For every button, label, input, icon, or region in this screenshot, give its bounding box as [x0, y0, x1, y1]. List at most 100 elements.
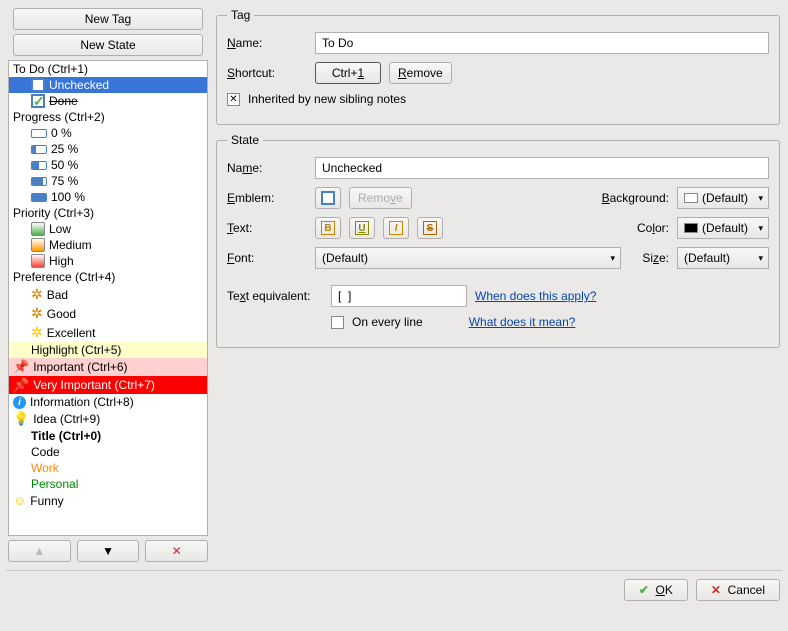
tree-item-label: 75 %	[51, 174, 78, 188]
tree-item-label: Funny	[30, 494, 63, 508]
left-panel: New Tag New State To Do (Ctrl+1)Unchecke…	[8, 8, 208, 562]
tree-item[interactable]: 75 %	[9, 173, 207, 189]
italic-button[interactable]: I	[383, 217, 409, 239]
color-select[interactable]: (Default)	[677, 217, 769, 239]
tree-item-label: Bad	[47, 288, 68, 302]
tree-item[interactable]: 0 %	[9, 125, 207, 141]
tree-item[interactable]: Unchecked	[9, 77, 207, 93]
italic-icon: I	[389, 221, 403, 235]
up-icon: ▲	[33, 544, 45, 558]
text-label: Text:	[227, 221, 307, 235]
star-icon: ✲	[31, 286, 43, 303]
font-label: Font:	[227, 251, 307, 265]
ok-button[interactable]: ✔ OK	[624, 579, 688, 601]
tree-item[interactable]: 💡Idea (Ctrl+9)	[9, 410, 207, 428]
state-name-input[interactable]	[315, 157, 769, 179]
shortcut-label: Shortcut:	[227, 66, 307, 80]
cancel-icon: ✕	[711, 583, 721, 597]
state-legend: State	[227, 133, 263, 147]
progress-icon	[31, 193, 47, 202]
checkbox-icon	[31, 254, 45, 268]
checkbox-icon	[31, 94, 45, 108]
right-panel: Tag Name: Shortcut: Ctrl+1 Remove ✕ Inhe…	[216, 8, 780, 562]
font-select[interactable]: (Default)	[315, 247, 621, 269]
color-label: Color:	[589, 221, 669, 235]
tree-item[interactable]: Highlight (Ctrl+5)	[9, 342, 207, 358]
size-select[interactable]: (Default)	[677, 247, 769, 269]
text-equiv-input[interactable]	[331, 285, 467, 307]
shortcut-button[interactable]: Ctrl+1	[315, 62, 381, 84]
tree-item[interactable]: ✲ Bad	[9, 285, 207, 304]
new-state-button[interactable]: New State	[13, 34, 203, 56]
cancel-button[interactable]: ✕ Cancel	[696, 579, 780, 601]
remove-emblem-button[interactable]: Remove	[349, 187, 412, 209]
tree-item[interactable]: Done	[9, 93, 207, 109]
tree-item[interactable]: 50 %	[9, 157, 207, 173]
emblem-button[interactable]	[315, 187, 341, 209]
tree-item[interactable]: Medium	[9, 237, 207, 253]
progress-icon	[31, 145, 47, 154]
inherit-checkbox[interactable]: ✕	[227, 93, 240, 106]
emblem-label: Emblem:	[227, 191, 307, 205]
tree-item[interactable]: Title (Ctrl+0)	[9, 428, 207, 444]
smile-icon: ☺	[13, 493, 26, 508]
tree-item-label: 25 %	[51, 142, 78, 156]
what-mean-link[interactable]: What does it mean?	[469, 315, 576, 329]
tree-item[interactable]: Priority (Ctrl+3)	[9, 205, 207, 221]
tree-item[interactable]: 📌Very Important (Ctrl+7)	[9, 376, 207, 394]
delete-button[interactable]: ✕	[145, 540, 208, 562]
checkbox-icon	[31, 78, 45, 92]
tree-item[interactable]: Preference (Ctrl+4)	[9, 269, 207, 285]
tree-item[interactable]: 25 %	[9, 141, 207, 157]
tree-item-label: 100 %	[51, 190, 85, 204]
tree-item[interactable]: Progress (Ctrl+2)	[9, 109, 207, 125]
tree-item[interactable]: Personal	[9, 476, 207, 492]
tree-item-label: Progress (Ctrl+2)	[13, 110, 105, 124]
underline-icon: U	[355, 221, 369, 235]
tree-item[interactable]: ✲Excellent	[9, 323, 207, 342]
tag-tree[interactable]: To Do (Ctrl+1)UncheckedDoneProgress (Ctr…	[8, 60, 208, 536]
tree-item[interactable]: ✲Good	[9, 304, 207, 323]
tree-item-label: Important (Ctrl+6)	[33, 360, 127, 374]
tree-item-label: Priority (Ctrl+3)	[13, 206, 94, 220]
check-icon: ✔	[639, 583, 649, 597]
tree-item-label: Title (Ctrl+0)	[31, 429, 101, 443]
tree-item-label: Personal	[31, 477, 78, 491]
checkbox-emblem-icon	[321, 191, 335, 205]
tag-name-input[interactable]	[315, 32, 769, 54]
tag-legend: Tag	[227, 8, 254, 22]
background-select[interactable]: (Default)	[677, 187, 769, 209]
tree-item[interactable]: 100 %	[9, 189, 207, 205]
tree-item-label: Medium	[49, 238, 92, 252]
info-icon: i	[13, 396, 26, 409]
progress-icon	[31, 161, 47, 170]
tree-item[interactable]: Work	[9, 460, 207, 476]
state-group: State Name: Emblem: Remove Background: (…	[216, 133, 780, 348]
tree-item[interactable]: To Do (Ctrl+1)	[9, 61, 207, 77]
tree-item-label: Information (Ctrl+8)	[30, 395, 134, 409]
bold-icon: B	[321, 221, 335, 235]
tree-item[interactable]: Low	[9, 221, 207, 237]
tree-item[interactable]: i Information (Ctrl+8)	[9, 394, 207, 410]
state-name-label: Name:	[227, 161, 307, 175]
move-down-button[interactable]: ▼	[77, 540, 140, 562]
progress-icon	[31, 177, 47, 186]
remove-shortcut-button[interactable]: Remove	[389, 62, 452, 84]
tree-item-label: Very Important (Ctrl+7)	[33, 378, 155, 392]
tree-item[interactable]: High	[9, 253, 207, 269]
every-line-checkbox[interactable]	[331, 316, 344, 329]
tree-item[interactable]: Code	[9, 444, 207, 460]
inherit-label: Inherited by new sibling notes	[248, 92, 406, 106]
bold-button[interactable]: B	[315, 217, 341, 239]
underline-button[interactable]: U	[349, 217, 375, 239]
new-tag-button[interactable]: New Tag	[13, 8, 203, 30]
move-up-button[interactable]: ▲	[8, 540, 71, 562]
tree-item[interactable]: ☺ Funny	[9, 492, 207, 509]
when-apply-link[interactable]: When does this apply?	[475, 289, 596, 303]
tree-item-label: Low	[49, 222, 71, 236]
checkbox-icon	[31, 222, 45, 236]
tree-item[interactable]: 📌Important (Ctrl+6)	[9, 358, 207, 376]
strike-button[interactable]: S	[417, 217, 443, 239]
text-equiv-label: Text equivalent:	[227, 289, 323, 303]
tree-item-label: 0 %	[51, 126, 72, 140]
